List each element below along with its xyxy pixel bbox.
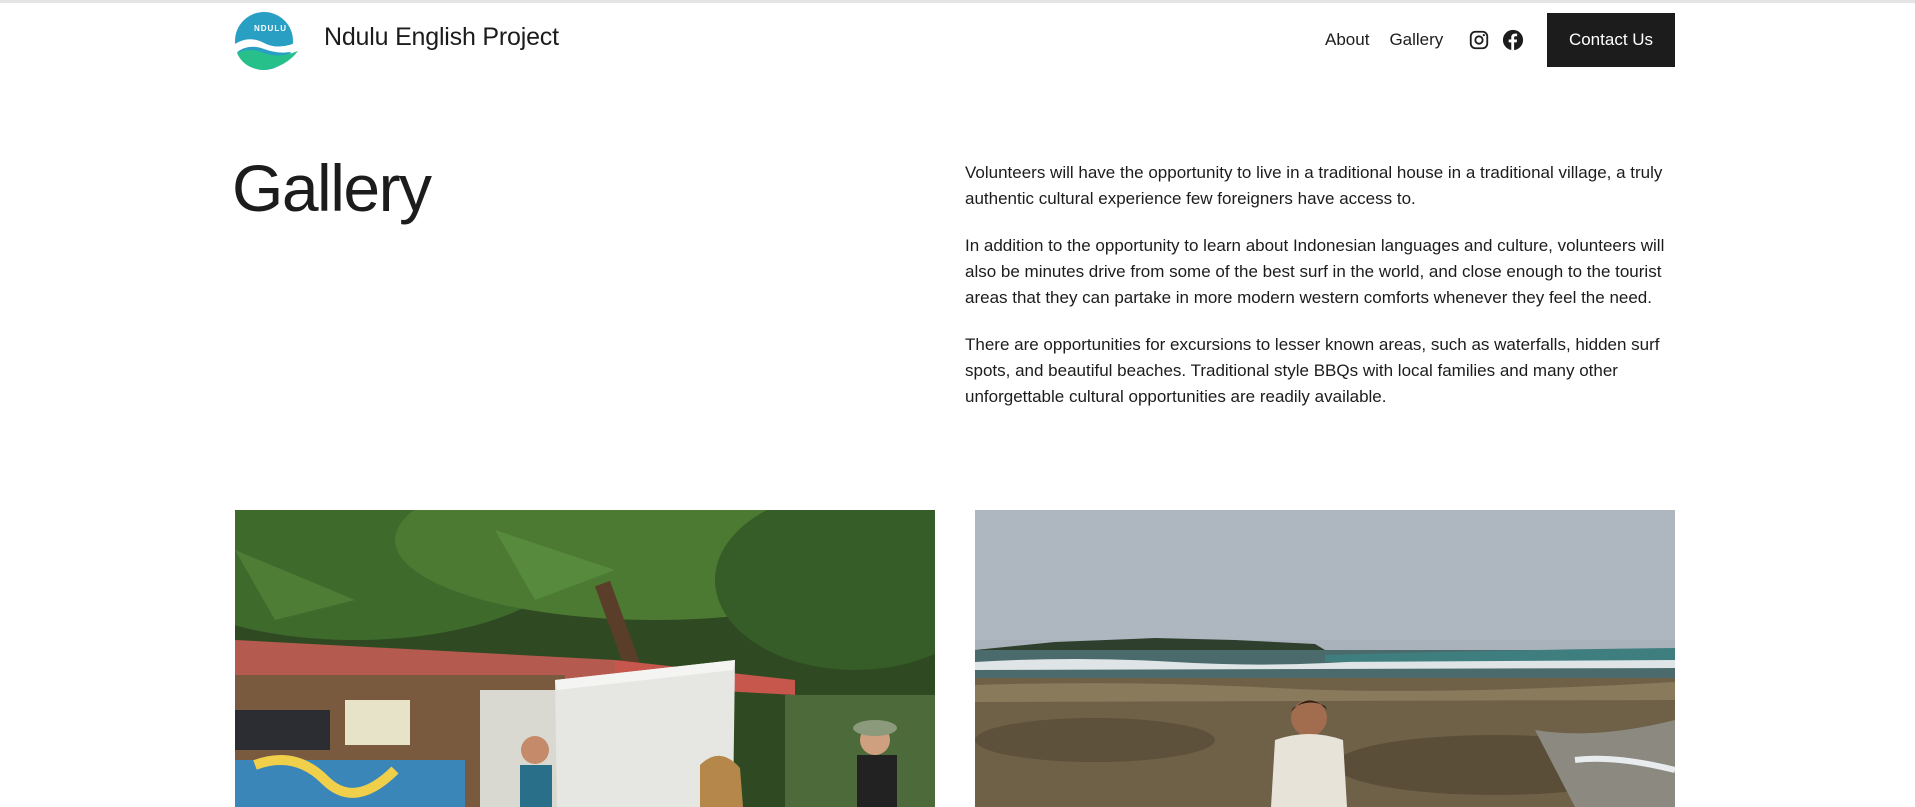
beach-surf-photo[interactable] bbox=[975, 510, 1675, 807]
intro-paragraph: In addition to the opportunity to learn … bbox=[965, 236, 1665, 307]
logo-emblem: NDULU bbox=[235, 12, 300, 70]
site-header: NDULU Ndulu English Project About Galler… bbox=[0, 3, 1915, 79]
page-title: Gallery bbox=[232, 151, 432, 225]
beach-photo-image bbox=[975, 510, 1675, 807]
intro-text: Volunteers will have the opportunity to … bbox=[965, 160, 1675, 431]
classroom-photo-image bbox=[235, 510, 935, 807]
intro-paragraph: Volunteers will have the opportunity to … bbox=[965, 163, 1663, 208]
logo-text: NDULU bbox=[254, 24, 287, 33]
contact-us-button[interactable]: Contact Us bbox=[1547, 13, 1675, 67]
intro-paragraph: There are opportunities for excursions t… bbox=[965, 335, 1660, 406]
main-nav: About Gallery bbox=[1325, 30, 1443, 50]
instagram-icon bbox=[1469, 30, 1489, 50]
classroom-under-trees-photo[interactable] bbox=[235, 510, 935, 807]
nav-link-about[interactable]: About bbox=[1325, 30, 1369, 50]
site-logo[interactable]: NDULU bbox=[234, 11, 302, 71]
facebook-icon bbox=[1502, 29, 1524, 51]
site-title[interactable]: Ndulu English Project bbox=[324, 23, 559, 52]
social-links bbox=[1468, 29, 1524, 51]
nav-link-gallery[interactable]: Gallery bbox=[1389, 30, 1443, 50]
facebook-link[interactable] bbox=[1502, 29, 1524, 51]
instagram-link[interactable] bbox=[1468, 29, 1490, 51]
